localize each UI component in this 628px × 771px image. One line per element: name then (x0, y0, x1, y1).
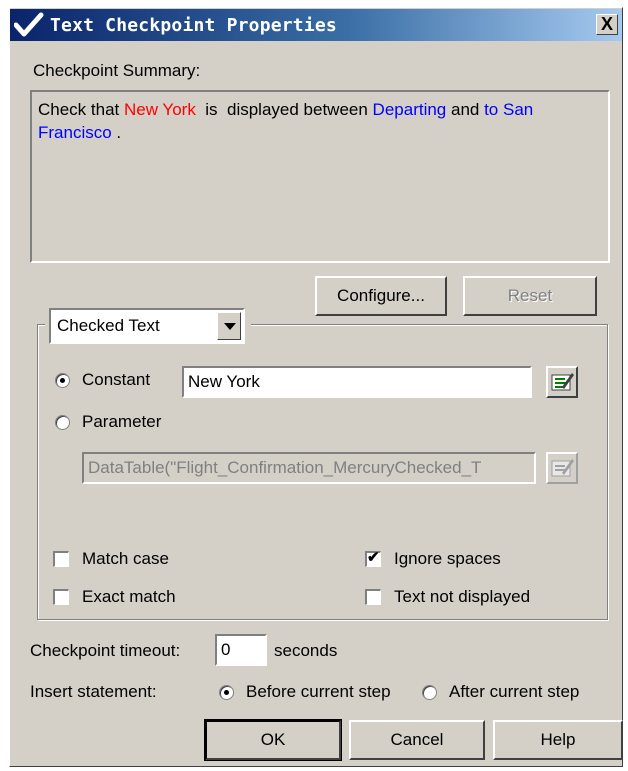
constant-value-input[interactable]: New York (182, 366, 532, 398)
chevron-down-icon[interactable] (217, 312, 241, 340)
constant-label: Constant (82, 370, 151, 389)
ignore-spaces-label: Ignore spaces (394, 549, 501, 568)
after-current-step-label: After current step (449, 682, 580, 701)
cancel-label: Cancel (390, 730, 444, 749)
close-icon: X (600, 14, 613, 34)
timeout-label: Checkpoint timeout: (30, 641, 181, 660)
edit-parameter-icon (551, 459, 574, 477)
edit-constant-button[interactable] (546, 366, 578, 398)
constant-radio[interactable] (55, 373, 70, 388)
parameter-label: Parameter (82, 412, 162, 431)
insert-label: Insert statement: (30, 682, 157, 701)
exact-match-label: Exact match (82, 587, 176, 606)
edit-text-icon (551, 373, 574, 391)
edit-parameter-button[interactable] (546, 452, 578, 484)
checked-text-select-value: Checked Text (57, 316, 160, 335)
configure-button[interactable]: Configure... (315, 276, 447, 316)
checkpoint-summary: Check that New York is displayed between… (30, 90, 610, 263)
match-case-label: Match case (82, 549, 169, 568)
after-current-step-radio[interactable] (422, 685, 437, 700)
radio-selected-dot (224, 690, 229, 695)
summary-end: . (111, 123, 122, 142)
summary-label: Checkpoint Summary: (33, 61, 201, 80)
summary-and: and (446, 100, 485, 119)
close-button[interactable]: X (596, 14, 618, 35)
before-current-step-label: Before current step (246, 682, 391, 701)
help-button[interactable]: Help (493, 720, 623, 760)
text-not-displayed-label: Text not displayed (394, 587, 531, 606)
reset-label: Reset (507, 286, 553, 305)
checkmark-icon (14, 12, 44, 37)
ok-button[interactable]: OK (204, 719, 342, 761)
window-title: Text Checkpoint Properties (50, 15, 337, 36)
summary-prefix: Check that (38, 100, 124, 119)
summary-checked-value: New York (124, 100, 196, 119)
exact-match-checkbox[interactable] (53, 589, 69, 605)
match-case-checkbox[interactable] (53, 551, 69, 567)
ok-label: OK (260, 730, 286, 749)
before-current-step-radio[interactable] (219, 685, 234, 700)
help-label: Help (540, 730, 576, 749)
checked-text-select[interactable]: Checked Text (49, 308, 245, 344)
title-bar: Text Checkpoint Properties X (10, 9, 622, 41)
text-not-displayed-checkbox[interactable] (365, 589, 381, 605)
cancel-button[interactable]: Cancel (349, 720, 485, 760)
parameter-radio[interactable] (55, 415, 70, 430)
summary-before-text[interactable]: Departing (373, 100, 447, 119)
checkmark-tick-icon: ✔ (367, 549, 380, 566)
reset-button[interactable]: Reset (463, 276, 597, 316)
ignore-spaces-checkbox[interactable]: ✔ (365, 549, 381, 567)
timeout-input[interactable]: 0 (215, 634, 267, 666)
parameter-value-input[interactable]: DataTable("Flight_Confirmation_MercuryCh… (82, 452, 536, 484)
radio-selected-dot (60, 378, 65, 383)
timeout-unit: seconds (274, 641, 338, 660)
configure-label: Configure... (337, 286, 425, 305)
summary-middle: is displayed between (195, 100, 373, 119)
